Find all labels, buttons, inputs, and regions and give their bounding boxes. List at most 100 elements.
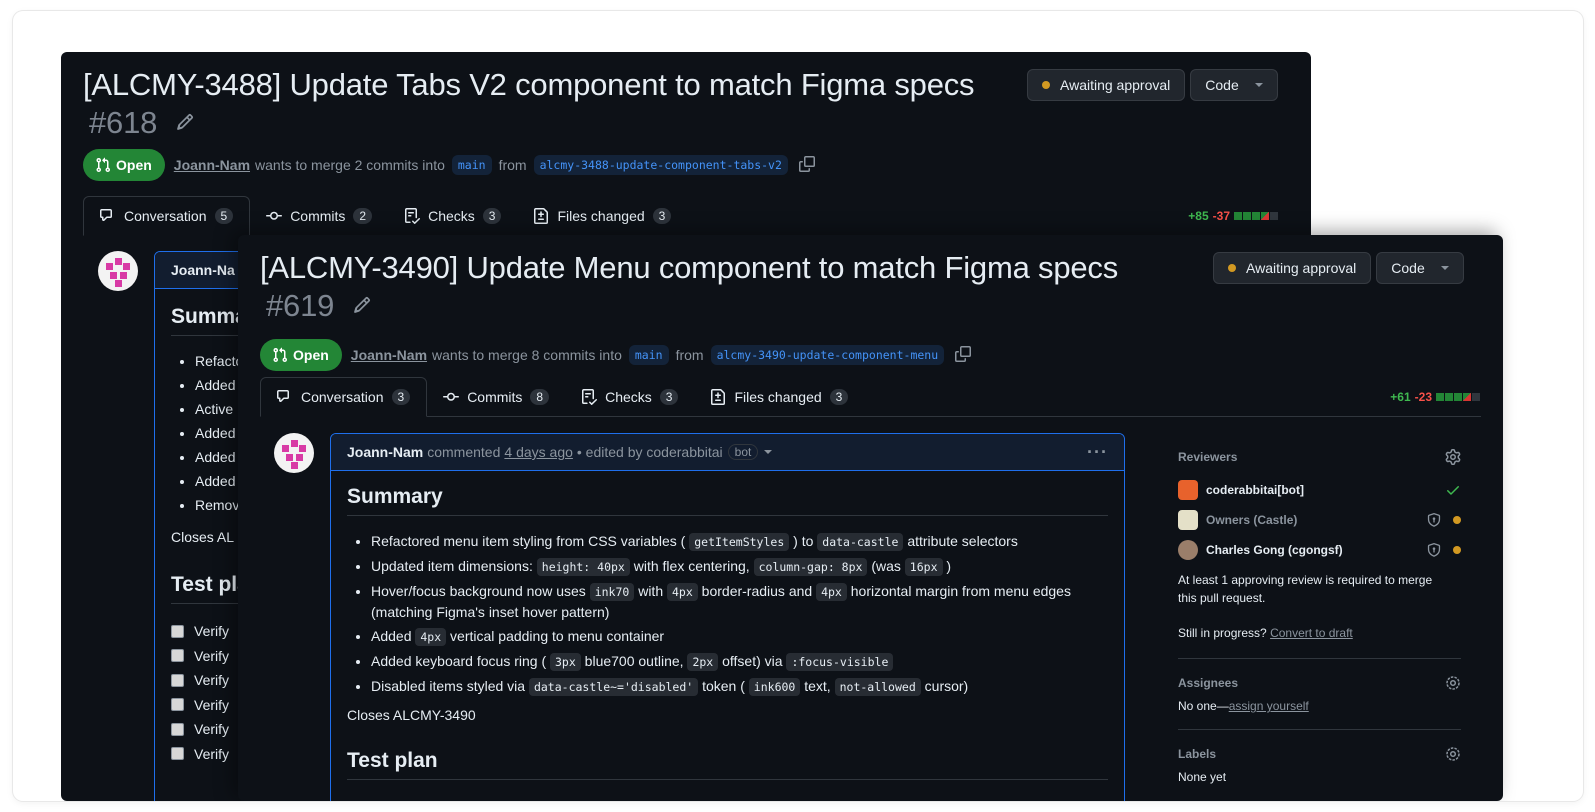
- screenshot-frame: [ALCMY-3488] Update Tabs V2 component to…: [13, 11, 1583, 801]
- code-button[interactable]: Code: [1190, 69, 1278, 101]
- pending-dot-icon: [1453, 516, 1461, 524]
- pr-meta: Open Joann-Nam wants to merge 8 commits …: [260, 339, 972, 371]
- pr-tabs: Conversation 5 Commits 2 Checks 3 Files cha…: [83, 196, 1279, 236]
- chevron-down-icon[interactable]: [764, 450, 773, 454]
- comment-header: Joann-Nam commented 4 days ago • edited …: [331, 434, 1124, 471]
- labels-section-header[interactable]: Labels: [1178, 742, 1461, 766]
- base-branch[interactable]: main: [628, 345, 669, 365]
- test-plan-heading: Test plan: [347, 749, 1108, 780]
- list-item: Hover/focus background now uses ink70 wi…: [371, 581, 1108, 622]
- shield-icon: [1427, 513, 1441, 527]
- divider: [1178, 658, 1461, 659]
- reviewer-row[interactable]: Charles Gong (cgongsf): [1178, 535, 1461, 565]
- open-state-badge: Open: [260, 339, 342, 371]
- pr-header-actions: Awaiting approval Code: [1027, 69, 1278, 101]
- list-item: Updated item dimensions: height: 40px wi…: [371, 556, 1108, 577]
- assignees-value: No one—assign yourself: [1178, 699, 1309, 713]
- approval-note: At least 1 approving review is required …: [1178, 573, 1433, 605]
- open-state-badge: Open: [83, 149, 165, 181]
- pr-title-text: [ALCMY-3490] Update Menu component to ma…: [260, 250, 1119, 285]
- awaiting-approval-button[interactable]: Awaiting approval: [1027, 69, 1186, 101]
- head-branch[interactable]: alcmy-3488-update-component-tabs-v2: [533, 155, 788, 175]
- checkbox[interactable]: [171, 747, 184, 761]
- labels-value: None yet: [1178, 770, 1227, 784]
- file-diff-icon: [711, 389, 726, 405]
- comment-action: commented: [427, 444, 501, 460]
- comment-time[interactable]: 4 days ago: [504, 444, 573, 460]
- tab-commits[interactable]: Commits 2: [250, 196, 388, 236]
- tab-checks[interactable]: Checks 3: [388, 196, 517, 236]
- more-options-icon[interactable]: ···: [1087, 442, 1108, 463]
- merge-text: wants to merge 2 commits into: [255, 157, 445, 173]
- head-branch[interactable]: alcmy-3490-update-component-menu: [710, 345, 945, 365]
- gear-icon: [1445, 449, 1461, 465]
- pr-number: #618: [89, 105, 158, 140]
- from-text: from: [675, 347, 704, 363]
- checklist-icon: [405, 208, 421, 224]
- summary-heading: Summary: [347, 485, 1108, 516]
- assign-yourself-link[interactable]: assign yourself: [1229, 699, 1309, 713]
- edited-by[interactable]: • edited by coderabbitai: [577, 444, 723, 460]
- tab-commits[interactable]: Commits 8: [427, 377, 565, 417]
- status-dot-icon: [1228, 264, 1236, 272]
- commit-icon: [266, 211, 283, 220]
- copy-icon[interactable]: [955, 345, 972, 365]
- shield-icon: [1427, 543, 1441, 557]
- checkbox[interactable]: [171, 698, 184, 712]
- convert-to-draft-link[interactable]: Convert to draft: [1270, 626, 1353, 640]
- author-link[interactable]: Joann-Nam: [351, 347, 427, 363]
- avatar[interactable]: [98, 251, 138, 291]
- tab-files-changed[interactable]: Files changed 3: [517, 196, 687, 236]
- closes-text: Closes ALCMY-3490: [347, 707, 476, 723]
- avatar[interactable]: [274, 433, 314, 473]
- author-link[interactable]: Joann-Nam: [174, 157, 250, 173]
- list-item: Refactored menu item styling from CSS va…: [371, 531, 1108, 552]
- comment-author[interactable]: Joann-Nam: [347, 444, 423, 460]
- gear-icon: [1446, 747, 1460, 761]
- checkbox[interactable]: [171, 673, 184, 687]
- base-branch[interactable]: main: [451, 155, 492, 175]
- list-item: Added 4px vertical padding to menu conta…: [371, 626, 1108, 647]
- chevron-down-icon: [1440, 266, 1449, 270]
- diffstat: +61 -23: [1390, 390, 1481, 404]
- comment-icon: [277, 390, 289, 402]
- pending-dot-icon: [1453, 546, 1461, 554]
- pencil-icon[interactable]: [353, 285, 371, 313]
- pr-meta: Open Joann-Nam wants to merge 2 commits …: [83, 149, 815, 181]
- list-item: Added keyboard focus ring ( 3px blue700 …: [371, 651, 1108, 672]
- pull-request-icon: [273, 347, 288, 363]
- reviewer-row[interactable]: coderabbitai[bot]: [1178, 475, 1461, 505]
- pr-window-619: [ALCMY-3490] Update Menu component to ma…: [238, 235, 1503, 801]
- draft-note: Still in progress? Convert to draft: [1178, 626, 1353, 640]
- assignees-section-header[interactable]: Assignees: [1178, 671, 1461, 695]
- bot-badge: bot: [727, 444, 759, 460]
- tab-files-changed[interactable]: Files changed 3: [694, 377, 864, 417]
- comment-icon: [100, 209, 112, 221]
- coderabbit-avatar: [1178, 480, 1198, 500]
- divider: [1178, 729, 1461, 730]
- status-dot-icon: [1042, 81, 1050, 89]
- diffstat: +85 -37: [1188, 209, 1279, 223]
- checkbox[interactable]: [171, 722, 184, 736]
- list-item: Disabled items styled via data-castle~='…: [371, 676, 1108, 697]
- commit-icon: [443, 392, 460, 401]
- tab-conversation[interactable]: Conversation 3: [260, 377, 428, 417]
- pr-tabs: Conversation 3 Commits 8 Checks 3 Files cha…: [260, 377, 1481, 417]
- checkbox[interactable]: [171, 649, 184, 663]
- awaiting-approval-button[interactable]: Awaiting approval: [1213, 252, 1372, 284]
- checkbox[interactable]: [171, 624, 184, 638]
- tab-checks[interactable]: Checks 3: [565, 377, 694, 417]
- reviewers-section-header[interactable]: Reviewers: [1178, 445, 1461, 469]
- pr-header-actions: Awaiting approval Code: [1213, 252, 1464, 284]
- tab-conversation[interactable]: Conversation 5: [83, 196, 251, 236]
- check-icon: [1447, 486, 1459, 495]
- pr-sidebar: Reviewers coderabbitai[bot] Owners (Cast…: [1178, 445, 1461, 786]
- avatar: [1178, 540, 1198, 560]
- comment-box: Joann-Nam commented 4 days ago • edited …: [330, 433, 1125, 801]
- reviewer-row[interactable]: Owners (Castle): [1178, 505, 1461, 535]
- copy-icon[interactable]: [798, 155, 815, 175]
- from-text: from: [498, 157, 527, 173]
- pencil-icon[interactable]: [176, 102, 194, 130]
- team-avatar: [1178, 510, 1198, 530]
- code-button[interactable]: Code: [1376, 252, 1464, 284]
